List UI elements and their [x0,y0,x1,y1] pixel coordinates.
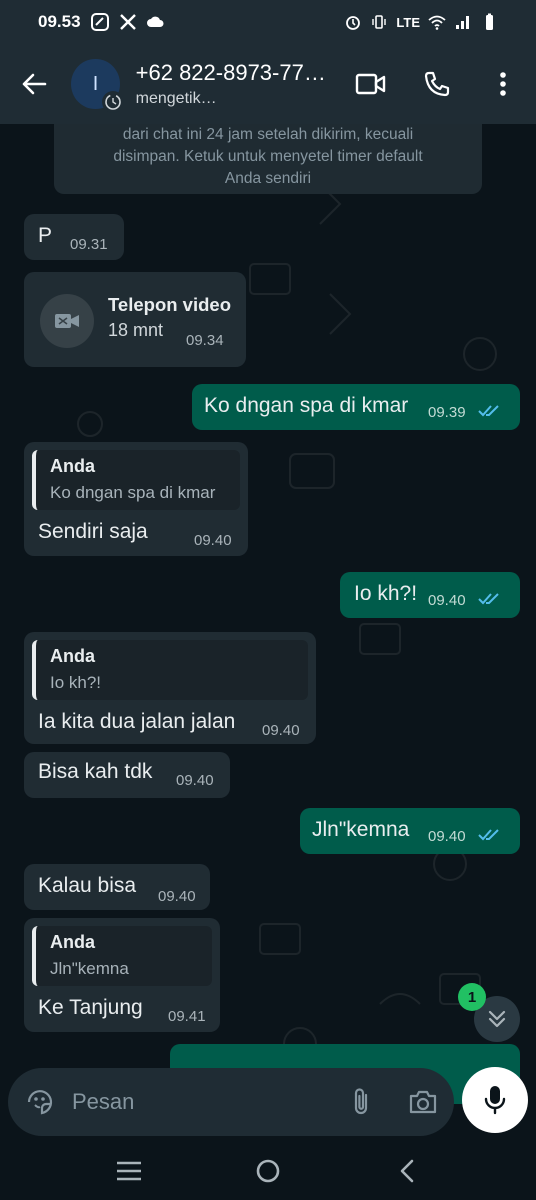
quoted-sender: Anda [50,646,95,666]
reply-message-incoming[interactable]: Anda Ko dngan spa di kmar Sendiri saja 0… [24,442,248,556]
reply-message-incoming[interactable]: Anda Io kh?! Ia kita dua jalan jalan 09.… [24,632,316,744]
message-outgoing[interactable]: Ko dngan spa di kmar 09.39 [192,384,520,430]
quoted-sender: Anda [50,932,95,952]
signal-icon [456,16,469,29]
message-text: Jln"kemna [312,818,410,841]
phone-icon [424,71,450,97]
more-vert-icon [500,72,506,96]
home-button[interactable] [238,1142,298,1200]
quoted-sender: Anda [50,456,95,476]
message-text: Sendiri saja [38,520,148,543]
quoted-text: Ko dngan spa di kmar [50,483,216,502]
message-outgoing[interactable]: Jln"kemna 09.40 [300,808,520,854]
contact-name: +62 822-8973-77… [135,60,326,85]
vibrate-icon [372,15,387,29]
video-call-icon [40,294,94,348]
message-incoming[interactable]: Kalau bisa 09.40 [24,864,210,910]
notice-line-1: dari chat ini 24 jam setelah dikirim, ke… [122,126,414,143]
typing-status: mengetik… [135,90,217,107]
attach-button[interactable] [330,1068,392,1136]
message-time: 09.40 [428,592,466,609]
notice-line-3: Anda sendiri [224,170,312,187]
quoted-message[interactable]: Anda Jln"kemna [32,926,212,986]
sticker-icon [27,1090,53,1115]
wifi-icon [428,15,446,30]
arrow-left-icon [22,73,47,95]
x-app-icon [119,14,136,30]
quoted-message[interactable]: Anda Ko dngan spa di kmar [32,450,240,510]
sticker-button[interactable] [8,1068,72,1136]
read-receipt-icon [478,405,499,417]
camera-button[interactable] [392,1068,454,1136]
status-time: 09.53 [38,12,81,31]
chat-area[interactable]: dari chat ini 24 jam setelah dikirim, ke… [0,124,536,1142]
reply-message-incoming[interactable]: Anda Jln"kemna Ke Tanjung 09.41 [24,918,220,1032]
quoted-text: Io kh?! [50,673,102,692]
system-navigation-bar [0,1142,536,1200]
voice-call-button[interactable] [404,44,470,124]
menu-lines-icon [117,1161,142,1181]
video-camera-icon [355,73,386,95]
message-text: Io kh?! [354,582,418,605]
message-time: 09.40 [262,722,300,739]
read-receipt-icon [478,829,499,841]
message-outgoing[interactable]: Io kh?! 09.40 [340,572,520,618]
message-text: P [38,224,53,247]
message-text: Ia kita dua jalan jalan [38,710,236,733]
app-notification-icon [90,13,109,31]
chevron-left-icon [400,1159,413,1183]
microphone-icon [484,1086,506,1115]
message-incoming[interactable]: Bisa kah tdk 09.40 [24,752,230,798]
call-title: Telepon video [108,294,232,315]
status-bar: 09.53 LTE [0,0,536,44]
battery-icon [486,13,493,30]
paperclip-icon [354,1088,368,1115]
avatar[interactable]: I [71,59,124,113]
message-time: 09.39 [428,404,466,421]
double-chevron-down-icon [488,1010,506,1028]
message-text: Bisa kah tdk [38,760,153,783]
message-time: 09.31 [70,236,108,253]
call-log-bubble[interactable]: Telepon video 18 mnt 09.34 [24,272,246,367]
system-back-button[interactable] [377,1142,437,1200]
contact-info[interactable]: +62 822-8973-77… mengetik… [136,60,338,108]
read-receipt-icon [478,593,499,605]
disappearing-messages-notice[interactable]: dari chat ini 24 jam setelah dikirim, ke… [54,124,482,194]
recent-apps-button[interactable] [99,1142,159,1200]
disappearing-timer-icon [101,91,124,113]
message-text: Ke Tanjung [38,996,143,1019]
camera-icon [409,1090,437,1114]
message-time: 09.40 [428,828,466,845]
video-call-button[interactable] [338,44,404,124]
alarm-icon [346,16,361,30]
more-options-button[interactable] [470,44,536,124]
avatar-letter: I [92,72,99,95]
message-time: 09.40 [176,772,214,789]
quoted-message[interactable]: Anda Io kh?! [32,640,308,700]
network-type-label: LTE [396,14,420,30]
message-composer: Pesan [8,1068,454,1136]
message-time: 09.40 [158,888,196,905]
message-time: 09.41 [168,1008,206,1025]
voice-message-button[interactable] [462,1067,528,1133]
message-time: 09.40 [194,532,232,549]
message-input[interactable]: Pesan [72,1089,330,1115]
message-time: 09.34 [186,332,224,349]
unread-count-badge: 1 [458,983,486,1011]
back-button[interactable] [0,44,67,124]
message-text: Ko dngan spa di kmar [204,394,409,417]
chat-header: I +62 822-8973-77… mengetik… [0,44,536,124]
message-text: Kalau bisa [38,874,137,897]
notice-line-2: disimpan. Ketuk untuk menyetel timer def… [113,148,423,165]
message-incoming[interactable]: P 09.31 [24,214,124,260]
quoted-text: Jln"kemna [50,959,129,978]
call-duration: 18 mnt [108,320,164,340]
home-circle-icon [256,1159,280,1183]
cloud-icon [146,16,164,27]
